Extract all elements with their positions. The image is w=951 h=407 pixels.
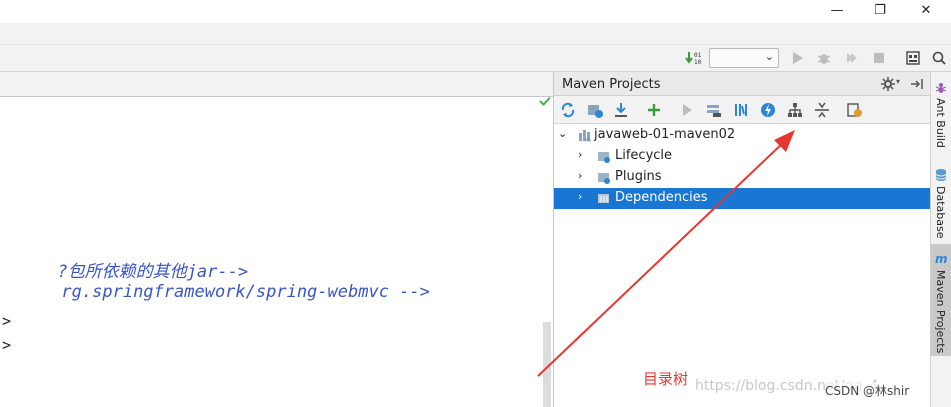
collapse-all-icon[interactable] bbox=[813, 101, 831, 119]
svg-text:01: 01 bbox=[694, 52, 701, 59]
tree-label-plugins: Plugins bbox=[615, 169, 662, 184]
coverage-icon[interactable] bbox=[843, 50, 859, 66]
svg-text:10: 10 bbox=[694, 59, 701, 66]
svg-text:m: m bbox=[585, 137, 591, 142]
tree-label-dependencies: Dependencies bbox=[615, 190, 708, 205]
side-tab-label: Database bbox=[934, 186, 947, 239]
toggle-offline-icon[interactable] bbox=[732, 101, 750, 119]
tree-item-plugins[interactable]: › Plugins bbox=[554, 167, 930, 188]
download-icon[interactable] bbox=[612, 101, 630, 119]
code-line-2[interactable]: rg.springframework/spring-webmvc --> bbox=[0, 262, 430, 322]
debug-icon[interactable] bbox=[816, 50, 832, 66]
minimize-button[interactable]: — bbox=[822, 2, 852, 20]
restore-button[interactable]: ❐ bbox=[865, 2, 895, 20]
tree-label-project: javaweb-01-maven02 bbox=[594, 127, 736, 142]
right-tool-strip: Ant Build Database m Maven Projects bbox=[930, 72, 951, 407]
skip-tests-icon[interactable] bbox=[759, 101, 777, 119]
side-tab-ant-build[interactable]: Ant Build bbox=[931, 78, 951, 156]
tree-item-lifecycle[interactable]: › Lifecycle bbox=[554, 146, 930, 167]
tree-item-project[interactable]: ⌄ m javaweb-01-maven02 bbox=[554, 125, 930, 146]
tree-label-lifecycle: Lifecycle bbox=[615, 148, 673, 163]
chevron-down-icon[interactable]: ⌄ bbox=[558, 127, 567, 140]
side-tab-database[interactable]: Database bbox=[931, 164, 951, 242]
dependencies-folder-icon bbox=[598, 194, 609, 203]
maven-module-icon: m bbox=[579, 130, 591, 142]
chevron-down-icon: ⌄ bbox=[764, 50, 774, 63]
chevron-right-icon[interactable]: › bbox=[578, 169, 582, 182]
run-config-select[interactable]: ⌄ bbox=[709, 48, 779, 68]
ide-window: — ❐ ✕ 01 10 ⌄ ?包所依赖的其他jar--> rg.springfr… bbox=[0, 0, 951, 407]
side-tab-label: Maven Projects bbox=[934, 270, 947, 354]
annotation-label: 目录树 bbox=[643, 370, 689, 388]
run-maven-build-icon[interactable] bbox=[678, 101, 696, 119]
menu-strip bbox=[0, 23, 951, 45]
gear-dropdown-icon[interactable]: ▾ bbox=[896, 77, 900, 86]
close-button[interactable]: ✕ bbox=[911, 2, 941, 20]
chevron-right-icon[interactable]: › bbox=[578, 190, 582, 203]
generate-sources-icon[interactable] bbox=[586, 101, 604, 119]
maven-projects-panel: Maven Projects ▾ ⌄ m javaweb-01-maven02 … bbox=[553, 72, 931, 407]
tree-item-dependencies[interactable]: › Dependencies bbox=[554, 188, 930, 209]
show-dependencies-icon[interactable] bbox=[786, 101, 804, 119]
maven-settings-icon[interactable] bbox=[846, 101, 864, 119]
folder-gear-icon bbox=[598, 152, 610, 163]
side-tab-maven-projects[interactable]: m Maven Projects bbox=[931, 244, 951, 356]
csdn-credit: CSDN @林shir bbox=[825, 382, 910, 399]
chevron-right-icon[interactable]: › bbox=[578, 148, 582, 161]
sort-download-icon[interactable]: 01 10 bbox=[685, 50, 701, 66]
project-structure-icon[interactable] bbox=[905, 50, 921, 66]
main-toolbar: 01 10 ⌄ bbox=[0, 45, 951, 72]
execute-goal-icon[interactable] bbox=[705, 101, 723, 119]
check-icon bbox=[539, 96, 551, 106]
maven-panel-header: Maven Projects ▾ bbox=[554, 72, 931, 96]
stop-icon[interactable] bbox=[871, 50, 887, 66]
tag-end-1: > bbox=[2, 312, 12, 330]
editor-scrollbar[interactable] bbox=[543, 322, 551, 407]
add-icon[interactable] bbox=[645, 101, 663, 119]
folder-gear-icon bbox=[598, 173, 610, 184]
maven-toolbar bbox=[554, 96, 931, 124]
gear-icon[interactable] bbox=[881, 77, 895, 91]
maven-m-icon: m bbox=[935, 252, 948, 266]
run-icon[interactable] bbox=[790, 50, 806, 66]
comment-text-2: rg.springframework/spring-webmvc --> bbox=[61, 282, 430, 302]
tag-end-2: > bbox=[2, 336, 12, 354]
hide-panel-icon[interactable] bbox=[910, 77, 924, 91]
editor-tab-bar bbox=[0, 72, 553, 97]
reimport-icon[interactable] bbox=[559, 101, 577, 119]
side-tab-label: Ant Build bbox=[934, 98, 947, 148]
search-icon[interactable] bbox=[931, 50, 947, 66]
database-icon bbox=[935, 169, 947, 181]
title-bar: — ❐ ✕ bbox=[0, 0, 951, 23]
maven-panel-title: Maven Projects bbox=[562, 77, 661, 92]
code-editor[interactable]: ?包所依赖的其他jar--> rg.springframework/spring… bbox=[0, 72, 553, 407]
ant-icon bbox=[935, 83, 947, 93]
